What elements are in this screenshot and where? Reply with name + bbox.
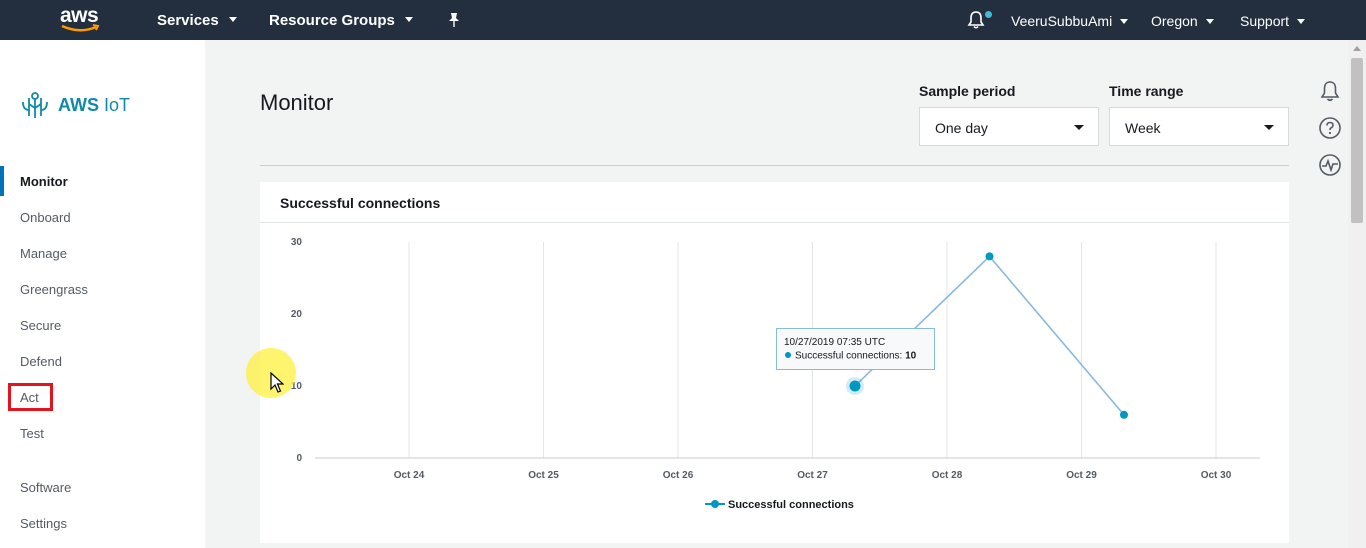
chevron-down-icon [1120, 19, 1129, 24]
chevron-down-icon [404, 17, 413, 22]
tooltip-series: Successful connections: 10 [795, 351, 917, 362]
connections-chart[interactable]: Oct 24 Oct 25 Oct 26 Oct 27 Oct 28 Oct 29 Oct … [260, 182, 1289, 543]
tooltip-date: 10/27/2019 07:35 UTC [784, 337, 885, 348]
x-tick-label: Oct 24 [394, 470, 425, 481]
chevron-down-icon [1297, 19, 1306, 24]
sidebar-item-test[interactable]: Test [20, 426, 44, 441]
chevron-down-icon [1205, 19, 1214, 24]
brand-suffix: IoT [104, 94, 131, 115]
sidebar-item-onboard[interactable]: Onboard [20, 210, 71, 225]
sample-period-select[interactable]: One day [919, 107, 1099, 146]
aws-logo[interactable]: aws [60, 4, 104, 36]
data-point [1119, 410, 1128, 419]
x-tick-label: Oct 30 [1201, 470, 1232, 481]
aws-iot-brand[interactable]: AWS IoT [20, 90, 130, 120]
chevron-down-icon [1074, 125, 1084, 130]
scrollbar-thumb[interactable] [1351, 58, 1363, 223]
chevron-down-icon [1264, 125, 1274, 130]
time-range-label: Time range [1109, 83, 1184, 99]
notification-badge [985, 11, 992, 18]
tooltip-marker [785, 352, 791, 358]
resource-groups-label: Resource Groups [269, 12, 395, 29]
data-point [849, 380, 861, 392]
x-tick-label: Oct 28 [932, 470, 963, 481]
legend-label: Successful connections [728, 499, 854, 511]
iot-logo-icon [22, 92, 48, 118]
activity-icon[interactable] [1318, 153, 1342, 177]
brand-prefix: AWS [58, 94, 100, 115]
page-title: Monitor [260, 90, 334, 115]
help-icon[interactable] [1318, 116, 1342, 140]
sidebar-item-defend[interactable]: Defend [20, 354, 62, 369]
time-range-select[interactable]: Week [1109, 107, 1289, 146]
sample-period-label: Sample period [919, 83, 1016, 99]
page-scrollbar[interactable] [1348, 40, 1366, 548]
top-nav-bar: aws Services Resource Groups VeeruSubbuA… [0, 0, 1366, 40]
sidebar-item-software[interactable]: Software [20, 480, 71, 495]
x-tick-label: Oct 27 [797, 470, 828, 481]
mouse-cursor-icon [270, 372, 284, 393]
account-label: VeeruSubbuAmi [1011, 13, 1113, 29]
support-label: Support [1240, 13, 1290, 29]
scroll-up-arrow-icon[interactable] [1353, 46, 1361, 51]
services-label: Services [157, 12, 219, 29]
y-tick-label: 20 [291, 309, 303, 320]
tooltip-box [776, 328, 935, 370]
successful-connections-card: Successful connections Oct 24 Oct 25 Oct 2… [260, 182, 1289, 543]
active-indicator [0, 166, 4, 196]
notifications-icon[interactable] [1318, 79, 1342, 103]
sidebar-item-greengrass[interactable]: Greengrass [20, 282, 88, 297]
sidebar-item-settings[interactable]: Settings [20, 516, 67, 531]
region-label: Oregon [1151, 13, 1198, 29]
chart-tooltip: 10/27/2019 07:35 UTC Successful connectio… [776, 328, 935, 370]
sidebar-item-secure[interactable]: Secure [20, 318, 61, 333]
aws-smile-icon [61, 24, 100, 32]
y-tick-label: 0 [296, 453, 302, 464]
brand-name: AWS IoT [58, 95, 130, 116]
sidebar-item-manage[interactable]: Manage [20, 246, 67, 261]
time-range-value: Week [1125, 120, 1161, 136]
support-menu[interactable]: Support [1240, 13, 1306, 29]
region-menu[interactable]: Oregon [1151, 13, 1214, 29]
x-tick-label: Oct 26 [663, 470, 694, 481]
sample-period-value: One day [935, 120, 988, 136]
pin-icon[interactable] [447, 12, 461, 28]
x-tick-label: Oct 29 [1066, 470, 1097, 481]
data-point [985, 252, 994, 261]
tooltip-value: 10 [905, 351, 917, 362]
legend-marker [711, 500, 719, 508]
y-tick-label: 30 [291, 237, 303, 248]
chevron-down-icon [228, 17, 237, 22]
sidebar-item-act[interactable]: Act [20, 390, 39, 405]
sidebar: AWS IoT Monitor Onboard Manage Greengras… [0, 40, 205, 548]
sidebar-item-monitor[interactable]: Monitor [20, 174, 68, 189]
notifications-bell-icon[interactable] [966, 10, 986, 30]
services-menu[interactable]: Services [157, 12, 237, 29]
x-tick-label: Oct 25 [528, 470, 559, 481]
account-menu[interactable]: VeeruSubbuAmi [1011, 13, 1129, 29]
header-divider [260, 165, 1289, 166]
resource-groups-menu[interactable]: Resource Groups [269, 12, 413, 29]
